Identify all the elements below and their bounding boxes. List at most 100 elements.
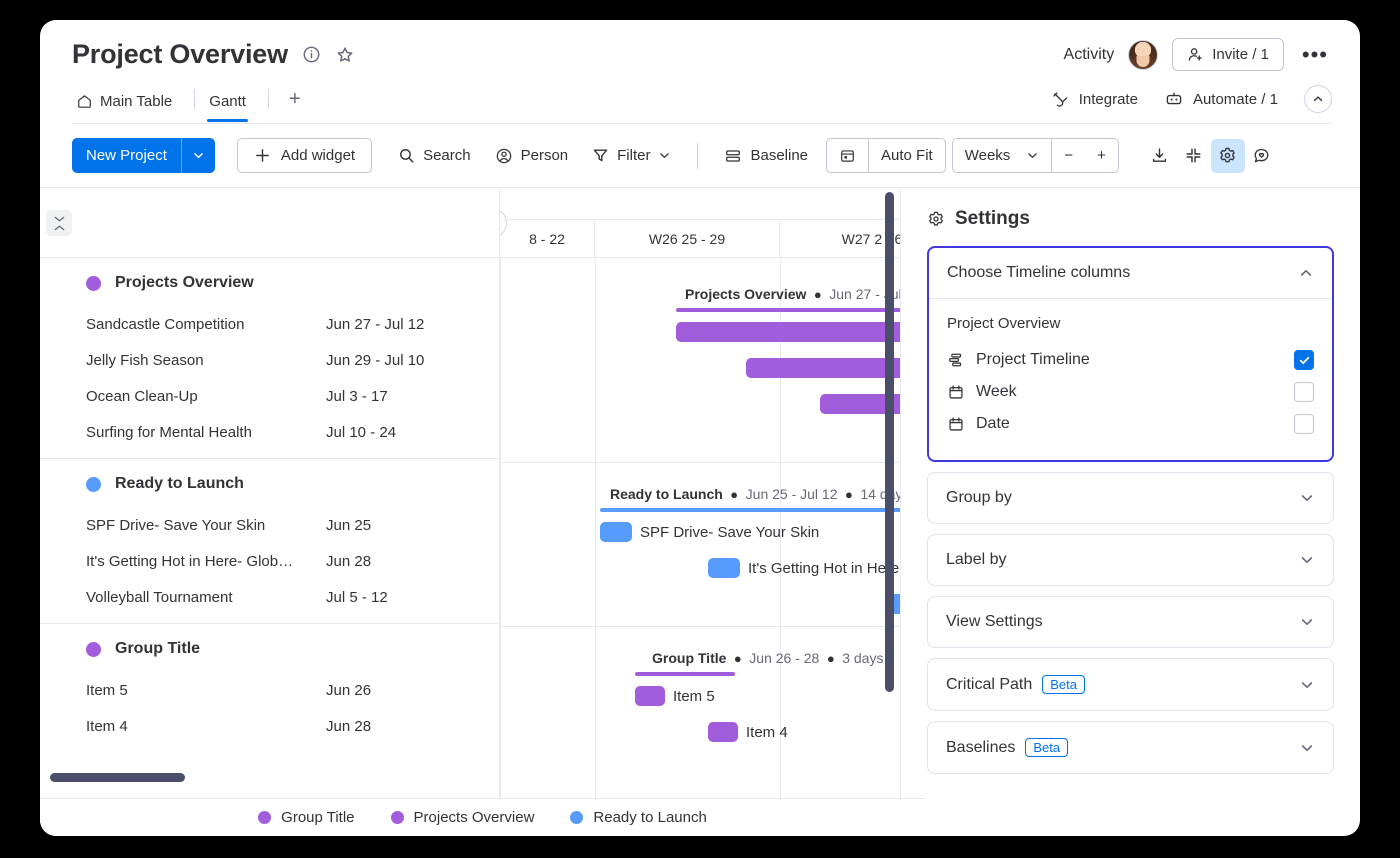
row-date: Jun 26 [326, 682, 371, 699]
toolbar-divider [697, 143, 698, 169]
checkbox-unchecked[interactable] [1294, 382, 1314, 402]
summary-range: Jun 26 - 28 [749, 650, 819, 666]
filter-button[interactable]: Filter [580, 140, 683, 171]
card-header[interactable]: Group by [928, 473, 1333, 523]
table-row[interactable]: Volleyball Tournament Jul 5 - 12 [40, 579, 499, 615]
table-row[interactable]: Ocean Clean-Up Jul 3 - 17 [40, 378, 499, 414]
table-row[interactable]: Item 5 Jun 26 [40, 672, 499, 708]
checkbox-unchecked[interactable] [1294, 414, 1314, 434]
collapse-icon[interactable] [1177, 139, 1211, 173]
automate-button[interactable]: Automate / 1 [1164, 89, 1278, 109]
option-date[interactable]: Date [947, 408, 1314, 440]
group-header-group-title[interactable]: Group Title [40, 624, 499, 672]
table-row[interactable]: Sandcastle Competition Jun 27 - Jul 12 [40, 306, 499, 342]
chevron-down-icon[interactable] [1299, 552, 1315, 568]
table-row[interactable]: Item 4 Jun 28 [40, 708, 499, 744]
zoom-out-button[interactable]: − [1052, 139, 1085, 172]
chevron-down-icon[interactable] [1299, 740, 1315, 756]
invite-button[interactable]: Invite / 1 [1172, 38, 1284, 71]
legend-item[interactable]: Ready to Launch [570, 809, 706, 826]
row-date: Jun 27 - Jul 12 [326, 316, 424, 333]
new-project-dropdown-icon[interactable] [182, 138, 215, 173]
person-icon [495, 147, 513, 165]
download-icon[interactable] [1143, 139, 1177, 173]
card-title: Baselines [946, 739, 1015, 757]
vertical-scrollbar[interactable] [885, 192, 894, 692]
gantt-timeline-header: 8 - 22 W26 25 - 29 W27 2 - 6 [500, 188, 900, 258]
zoom-level-select[interactable]: Weeks [953, 139, 1052, 172]
summary-bar[interactable] [676, 308, 900, 312]
auto-fit-button[interactable]: Auto Fit [869, 139, 945, 172]
task-bar-label: It's Getting Hot in Here- [748, 560, 900, 577]
chevron-up-icon[interactable] [1298, 265, 1314, 281]
row-name: SPF Drive- Save Your Skin [86, 517, 326, 534]
chevron-down-icon[interactable] [1299, 677, 1315, 693]
add-view-button[interactable]: + [279, 86, 311, 122]
task-bar-item-5[interactable] [635, 686, 665, 706]
add-widget-button[interactable]: Add widget [237, 138, 372, 173]
chevron-down-icon[interactable] [1299, 614, 1315, 630]
card-header[interactable]: Choose Timeline columns [929, 248, 1332, 299]
table-row[interactable]: SPF Drive- Save Your Skin Jun 25 [40, 507, 499, 543]
integrate-button[interactable]: Integrate [1051, 90, 1138, 109]
table-row[interactable]: Jelly Fish Season Jun 29 - Jul 10 [40, 342, 499, 378]
star-icon[interactable] [335, 45, 355, 65]
baseline-button[interactable]: Baseline [712, 140, 820, 172]
task-bar-item-4[interactable] [708, 722, 738, 742]
collapse-all-button[interactable] [46, 210, 72, 236]
gantt-left-table: Projects Overview Sandcastle Competition… [40, 188, 500, 798]
row-name: Volleyball Tournament [86, 589, 326, 606]
settings-card-label-by: Label by [927, 534, 1334, 586]
settings-card-view-settings: View Settings [927, 596, 1334, 648]
task-bar-jelly-fish-season[interactable] [746, 358, 900, 378]
card-header[interactable]: Baselines Beta [928, 722, 1333, 773]
card-header[interactable]: Critical Path Beta [928, 659, 1333, 710]
chevron-down-icon[interactable] [1299, 490, 1315, 506]
table-row[interactable]: It's Getting Hot in Here- Glob… Jun 28 [40, 543, 499, 579]
summary-duration: 14 days [860, 486, 900, 502]
task-bar-spf-drive[interactable] [600, 522, 632, 542]
calendar-button[interactable] [827, 139, 868, 172]
tab-main-table-label: Main Table [100, 93, 172, 110]
task-bar-sandcastle-competition[interactable] [676, 322, 900, 342]
filter-chevron-down-icon[interactable] [658, 149, 671, 162]
option-project-timeline[interactable]: Project Timeline [947, 344, 1314, 376]
info-icon[interactable] [302, 45, 321, 64]
horizontal-scrollbar[interactable] [50, 773, 185, 782]
summary-bar[interactable] [635, 672, 735, 676]
feedback-icon[interactable] [1245, 139, 1279, 173]
tab-divider-2 [268, 89, 269, 109]
new-project-button[interactable]: New Project [72, 138, 215, 173]
collapse-header-button[interactable] [1304, 85, 1332, 113]
chevron-down-icon [1026, 149, 1039, 162]
card-header[interactable]: View Settings [928, 597, 1333, 647]
group-header-projects-overview[interactable]: Projects Overview [40, 258, 499, 306]
legend-color-dot [391, 811, 404, 824]
search-button[interactable]: Search [386, 140, 483, 171]
task-bar-label: Item 4 [746, 724, 788, 741]
task-bar-its-getting-hot[interactable] [708, 558, 740, 578]
card-header[interactable]: Label by [928, 535, 1333, 585]
board-header-actions: Activity Invite / 1 ••• [1064, 38, 1332, 71]
card-body: Project Overview Project Timeline [929, 299, 1332, 460]
avatar[interactable] [1128, 40, 1158, 70]
group-row-divider [500, 462, 900, 463]
row-date: Jul 5 - 12 [326, 589, 388, 606]
week-header: W27 2 - 6 [780, 220, 900, 257]
baseline-icon [724, 147, 742, 165]
legend-item[interactable]: Projects Overview [391, 809, 535, 826]
table-row[interactable]: Surfing for Mental Health Jul 10 - 24 [40, 414, 499, 450]
summary-bar[interactable] [600, 508, 900, 512]
option-week[interactable]: Week [947, 376, 1314, 408]
tab-gantt[interactable]: Gantt [205, 87, 258, 121]
group-header-ready-to-launch[interactable]: Ready to Launch [40, 459, 499, 507]
summary-range: Jun 25 - Jul 12 [746, 486, 838, 502]
robot-icon [1164, 89, 1184, 109]
tab-main-table[interactable]: Main Table [72, 87, 184, 121]
more-options-button[interactable]: ••• [1298, 48, 1332, 62]
legend-item[interactable]: Group Title [258, 809, 354, 826]
person-button[interactable]: Person [483, 140, 581, 172]
zoom-in-button[interactable]: + [1085, 139, 1118, 172]
gear-icon[interactable] [1211, 139, 1245, 173]
checkbox-checked[interactable] [1294, 350, 1314, 370]
